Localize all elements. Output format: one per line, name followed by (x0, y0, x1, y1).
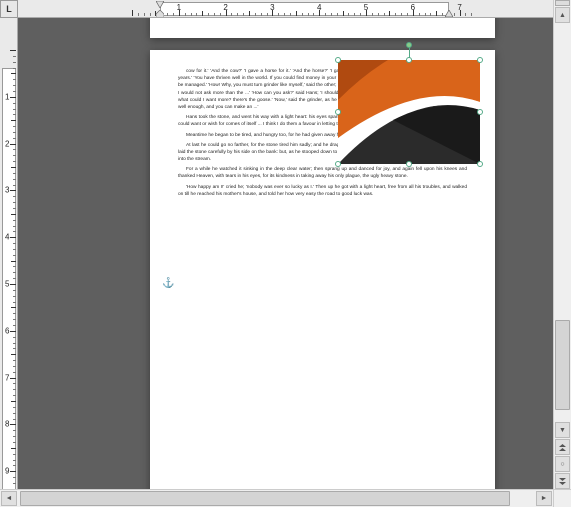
ruler-v-number: 2 (5, 139, 9, 148)
resize-handle-bl[interactable] (335, 161, 341, 167)
ruler-h-number: 2 (223, 3, 227, 12)
resize-handle-tm[interactable] (406, 57, 412, 63)
ruler-v-number: 8 (5, 420, 9, 429)
previous-page-button[interactable] (555, 439, 570, 455)
scroll-h-thumb[interactable] (20, 491, 510, 506)
ruler-v-number: 9 (5, 467, 9, 476)
body-paragraph[interactable]: For a while he watched it sinking in the… (178, 166, 467, 180)
ruler-h-number: 3 (270, 3, 274, 12)
ruler-v-number: 3 (5, 186, 9, 195)
ruler-h-number: 4 (317, 3, 321, 12)
next-page-button[interactable] (555, 473, 570, 489)
image-content (338, 60, 480, 164)
vertical-scrollbar[interactable]: ▲ ▼ ○ (553, 0, 571, 489)
inserted-image-object[interactable] (338, 60, 480, 164)
ruler-v-number: 4 (5, 233, 9, 242)
resize-handle-tl[interactable] (335, 57, 341, 63)
left-indent-marker[interactable] (156, 10, 164, 17)
ruler-v-number: 5 (5, 280, 9, 289)
ruler-h-number: 7 (457, 3, 461, 12)
document-canvas[interactable]: cow for it.' 'And the cow?' 'I gave a ho… (18, 18, 553, 489)
right-indent-marker[interactable] (445, 10, 453, 17)
resize-handle-mr[interactable] (477, 109, 483, 115)
select-browse-object-button[interactable]: ○ (555, 456, 570, 472)
previous-page-edge (150, 18, 495, 38)
ruler-h-number: 6 (411, 3, 415, 12)
scroll-corner (553, 489, 571, 507)
scroll-v-thumb[interactable] (555, 320, 570, 410)
split-box-v[interactable] (555, 0, 570, 6)
object-anchor-icon[interactable]: ⚓ (162, 278, 174, 289)
scroll-down-button[interactable]: ▼ (555, 422, 570, 438)
ruler-h-number: 5 (364, 3, 368, 12)
first-line-indent-marker[interactable] (156, 1, 164, 8)
scroll-left-button[interactable]: ◄ (1, 491, 17, 506)
resize-handle-br[interactable] (477, 161, 483, 167)
ruler-v-number: 1 (5, 92, 9, 101)
resize-handle-tr[interactable] (477, 57, 483, 63)
tab-stop-orientation-button[interactable]: L (0, 0, 18, 18)
ruler-v-number: 7 (5, 373, 9, 382)
body-paragraph[interactable]: 'How happy am I!' cried he; 'nobody was … (178, 184, 467, 198)
resize-handle-ml[interactable] (335, 109, 341, 115)
rotation-handle[interactable] (406, 42, 412, 48)
scroll-up-button[interactable]: ▲ (555, 7, 570, 23)
horizontal-scrollbar[interactable]: ◄ ► (0, 489, 553, 507)
horizontal-ruler[interactable]: 1 2 3 4 5 6 7 (18, 0, 553, 18)
vertical-ruler[interactable]: 1 2 3 4 5 6 7 8 9 (0, 18, 18, 489)
resize-handle-bm[interactable] (406, 161, 412, 167)
ruler-v-number: 6 (5, 326, 9, 335)
scroll-right-button[interactable]: ► (536, 491, 552, 506)
ruler-h-number: 1 (177, 3, 181, 12)
